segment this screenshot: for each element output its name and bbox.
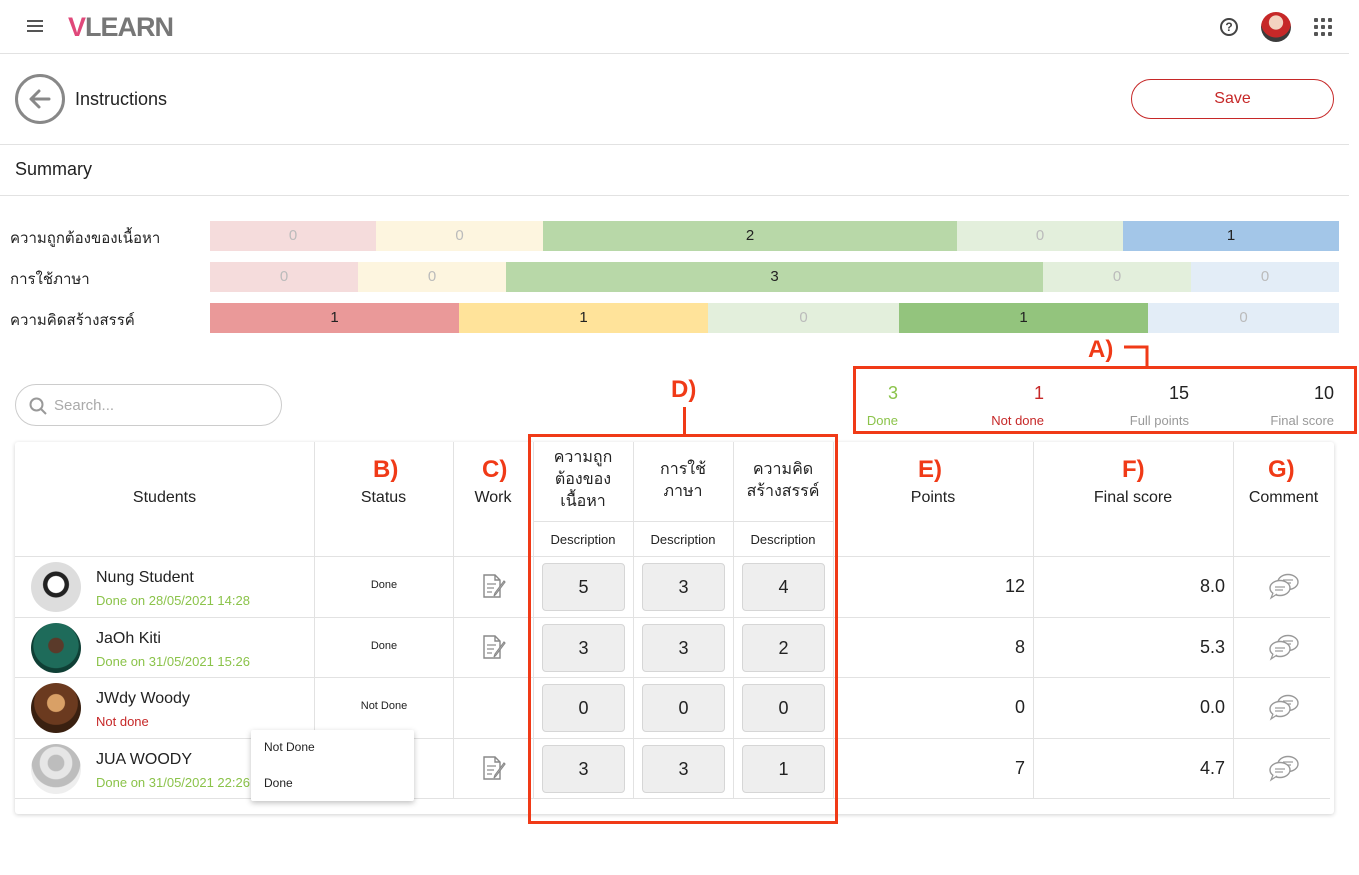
dropdown-option-not-done[interactable]: Not Done (264, 740, 315, 754)
summary-criterion-label: ความถูกต้องของเนื้อหา (10, 230, 161, 247)
status-select[interactable]: Not Done (314, 700, 454, 712)
summary-criterion-label: ความคิดสร้างสรรค์ (10, 312, 135, 329)
comment-icon[interactable] (1268, 633, 1300, 661)
header-comment: Comment (1248, 489, 1319, 506)
hamburger-menu-icon[interactable] (27, 20, 43, 32)
summary-bar-row: 00201 (210, 221, 1339, 251)
status-select[interactable]: Done (314, 579, 454, 591)
points-value: 0 (1014, 697, 1025, 717)
header-work: Work (474, 489, 512, 506)
student-name: JaOh Kiti (96, 630, 161, 647)
student-avatar (31, 562, 81, 612)
summary-bar-segment: 0 (210, 221, 376, 251)
submission-status: Not done (96, 714, 149, 729)
annotation-label-d: D) (671, 376, 697, 403)
document-edit-icon[interactable] (479, 754, 507, 782)
submission-status: Done on 28/05/2021 14:28 (96, 593, 250, 608)
summary-bar-segment: 2 (543, 221, 957, 251)
annotation-label-e: E) (918, 456, 942, 483)
arrow-left-icon (29, 89, 51, 109)
comment-icon[interactable] (1268, 693, 1300, 721)
student-name: JUA WOODY (96, 751, 193, 768)
annotation-box-a (853, 366, 1357, 434)
save-button[interactable]: Save (1131, 79, 1334, 119)
status-dropdown-menu: Not Done Done (251, 730, 414, 801)
summary-criterion-label: การใช้ภาษา (10, 271, 90, 288)
document-edit-icon[interactable] (479, 633, 507, 661)
back-button[interactable] (15, 74, 65, 124)
header-points: Points (910, 489, 956, 506)
summary-bar-segment: 0 (1191, 262, 1339, 292)
points-value: 12 (1004, 576, 1025, 596)
header-students: Students (132, 489, 197, 506)
summary-bar-segment: 3 (506, 262, 1043, 292)
summary-bar-segment: 0 (210, 262, 358, 292)
final-score-value: 0.0 (1199, 697, 1225, 717)
summary-bar-segment: 1 (459, 303, 708, 333)
search-box[interactable] (15, 384, 282, 426)
divider (0, 144, 1349, 145)
summary-bar-segment: 1 (210, 303, 459, 333)
student-name: JWdy Woody (96, 690, 190, 707)
search-icon (29, 397, 47, 415)
top-bar: VLEARN ? (0, 0, 1349, 54)
annotation-box-d (528, 434, 838, 824)
points-value: 7 (1014, 758, 1025, 778)
header-final-score: Final score (1093, 489, 1173, 506)
search-input[interactable] (54, 394, 264, 416)
summary-bar-segment: 0 (376, 221, 543, 251)
annotation-label-f: F) (1122, 456, 1145, 483)
annotation-label-c: C) (482, 456, 508, 483)
annotation-label-a: A) (1088, 336, 1114, 363)
student-avatar (31, 683, 81, 733)
comment-icon[interactable] (1268, 754, 1300, 782)
submission-status: Done on 31/05/2021 22:26 (96, 775, 250, 790)
summary-bar-row: 00300 (210, 262, 1339, 292)
points-value: 8 (1014, 637, 1025, 657)
annotation-line-d (683, 407, 686, 435)
final-score-value: 5.3 (1199, 637, 1225, 657)
dropdown-option-done[interactable]: Done (264, 776, 293, 790)
summary-bar-segment: 0 (1043, 262, 1191, 292)
apps-grid-icon[interactable] (1314, 18, 1332, 36)
summary-bar-segment: 1 (899, 303, 1148, 333)
comment-icon[interactable] (1268, 572, 1300, 600)
header-status: Status (360, 489, 407, 506)
annotation-bracket-a (1124, 345, 1149, 366)
status-select[interactable]: Done (314, 640, 454, 652)
summary-bar-segment: 1 (1123, 221, 1339, 251)
student-name: Nung Student (96, 569, 194, 586)
final-score-value: 4.7 (1199, 758, 1225, 778)
annotation-label-b: B) (373, 456, 399, 483)
summary-bar-row: 11010 (210, 303, 1339, 333)
annotation-label-g: G) (1268, 456, 1295, 483)
page-title: Instructions (75, 89, 168, 109)
student-avatar (31, 623, 81, 673)
summary-bar-segment: 0 (957, 221, 1123, 251)
help-icon[interactable]: ? (1220, 18, 1238, 36)
summary-bar-segment: 0 (358, 262, 506, 292)
submission-status: Done on 31/05/2021 15:26 (96, 654, 250, 669)
summary-title: Summary (15, 159, 93, 179)
summary-bar-segment: 0 (708, 303, 899, 333)
final-score-value: 8.0 (1199, 576, 1225, 596)
student-avatar (31, 744, 81, 794)
user-avatar[interactable] (1261, 12, 1291, 42)
divider (0, 195, 1349, 196)
vlearn-logo[interactable]: VLEARN (68, 12, 174, 43)
document-edit-icon[interactable] (479, 572, 507, 600)
summary-bar-segment: 0 (1148, 303, 1339, 333)
